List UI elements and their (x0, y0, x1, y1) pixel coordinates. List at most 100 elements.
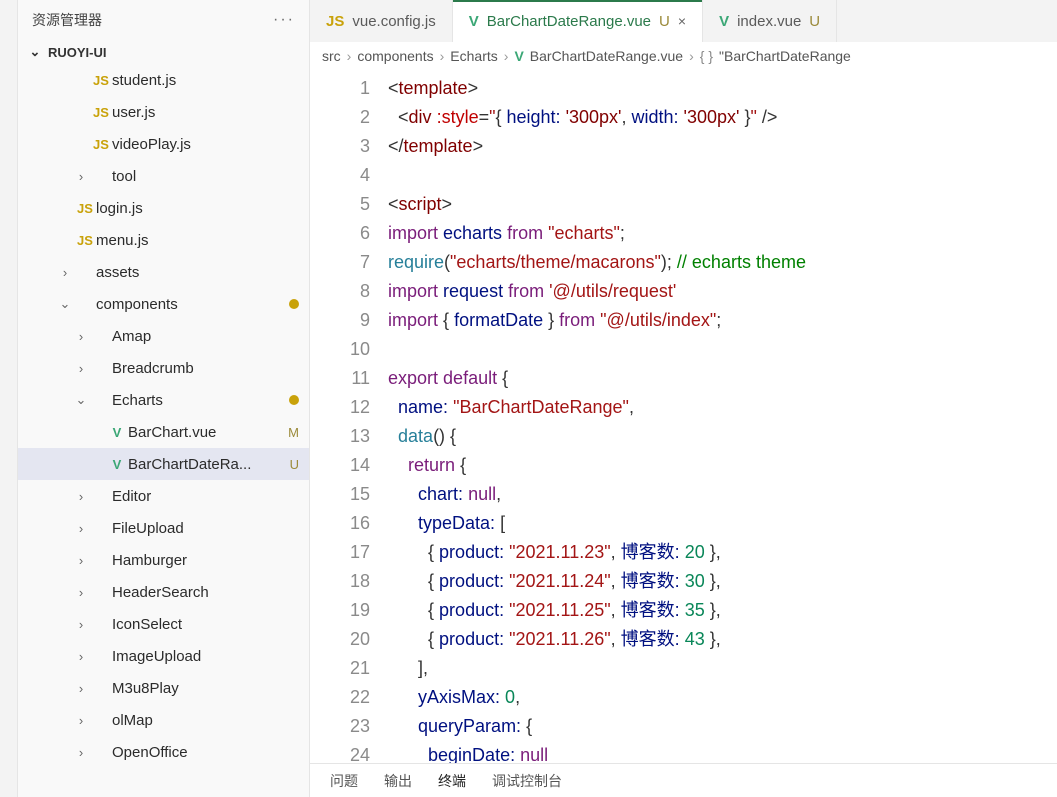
tree-item[interactable]: ⌄components (18, 288, 309, 320)
tree-item[interactable]: › olMap (18, 704, 309, 736)
vue-file-icon: V (469, 13, 479, 30)
tree-item[interactable]: › FileUpload (18, 512, 309, 544)
js-file-icon: JS (74, 233, 96, 248)
tree-item-label: Hamburger (112, 552, 299, 569)
js-file-icon: JS (90, 73, 112, 88)
js-file-icon: JS (326, 13, 344, 30)
chevron-icon: › (72, 745, 90, 760)
tree-item[interactable]: JSstudent.js (18, 64, 309, 96)
tree-item-label: menu.js (96, 232, 299, 249)
sidebar-header: 资源管理器 ··· (18, 0, 309, 40)
tree-item[interactable]: › OpenOffice (18, 736, 309, 768)
tree-item[interactable]: › ImageUpload (18, 640, 309, 672)
symbol-icon: { } (700, 48, 713, 64)
tree-item[interactable]: ›Amap (18, 320, 309, 352)
editor-tab[interactable]: VBarChartDateRange.vueU× (453, 0, 703, 42)
git-status-badge: M (281, 425, 299, 440)
workspace-name: RUOYI-UI (48, 45, 107, 60)
sidebar-more-icon[interactable]: ··· (273, 11, 295, 29)
tree-item-label: student.js (112, 72, 299, 89)
modified-dot-icon (289, 299, 299, 309)
tree-item[interactable]: JSuser.js (18, 96, 309, 128)
tree-item-label: BarChart.vue (128, 424, 281, 441)
chevron-icon: ⌄ (72, 392, 90, 408)
crumb[interactable]: src (322, 48, 341, 64)
code-editor[interactable]: 123456789101112131415161718192021222324 … (310, 70, 1057, 763)
tree-item-label: HeaderSearch (112, 584, 299, 601)
panel-tab-output[interactable]: 输出 (384, 771, 412, 791)
chevron-icon: › (72, 361, 90, 376)
tree-item-label: ImageUpload (112, 648, 299, 665)
editor-area: JS vue.config.js V BarChartDateRange.vue U × V… (310, 0, 1057, 797)
tree-item[interactable]: › IconSelect (18, 608, 309, 640)
sidebar-title: 资源管理器 (32, 10, 102, 30)
tree-item[interactable]: › M3u8Play (18, 672, 309, 704)
sidebar: 资源管理器 ··· ⌄ RUOYI-UI JSstudent.jsJSuser.… (18, 0, 310, 797)
tree-item-label: videoPlay.js (112, 136, 299, 153)
tab-bar: JSvue.config.jsVBarChartDateRange.vueU×V… (310, 0, 1057, 42)
chevron-icon: › (72, 681, 90, 696)
tree-item-label: Breadcrumb (112, 360, 299, 377)
crumb[interactable]: BarChartDateRange.vue (530, 48, 683, 64)
chevron-icon: › (72, 489, 90, 504)
file-tree: JSstudent.jsJSuser.jsJSvideoPlay.js›tool… (18, 64, 309, 797)
tree-item[interactable]: ⌄ Echarts (18, 384, 309, 416)
tab-label: vue.config.js (352, 13, 435, 30)
tree-item[interactable]: ›tool (18, 160, 309, 192)
tree-item[interactable]: VBarChartDateRa...U (18, 448, 309, 480)
code-lines[interactable]: <template> <div :style="{ height: '300px… (388, 70, 1057, 763)
git-status-badge: U (809, 13, 820, 30)
bottom-panel-tabs: 问题 输出 终端 调试控制台 (310, 763, 1057, 797)
chevron-icon: › (72, 617, 90, 632)
editor-tab[interactable]: Vindex.vue U (703, 0, 837, 42)
vue-file-icon: V (719, 13, 729, 30)
tab-label: index.vue (737, 13, 801, 30)
tree-item-label: M3u8Play (112, 680, 299, 697)
panel-tab-terminal[interactable]: 终端 (438, 771, 466, 791)
chevron-icon: › (56, 265, 74, 280)
chevron-icon: › (72, 329, 90, 344)
tree-item[interactable]: › Hamburger (18, 544, 309, 576)
tree-item-label: IconSelect (112, 616, 299, 633)
chevron-icon: › (72, 585, 90, 600)
tree-item[interactable]: › Editor (18, 480, 309, 512)
tree-item[interactable]: › HeaderSearch (18, 576, 309, 608)
tree-item[interactable]: ›assets (18, 256, 309, 288)
crumb[interactable]: "BarChartDateRange (719, 48, 851, 64)
tree-item-label: login.js (96, 200, 299, 217)
tree-item[interactable]: VBarChart.vueM (18, 416, 309, 448)
tree-item[interactable]: JSlogin.js (18, 192, 309, 224)
js-file-icon: JS (90, 105, 112, 120)
git-status-badge: U (659, 13, 670, 30)
tree-item-label: FileUpload (112, 520, 299, 537)
tree-item[interactable]: JSvideoPlay.js (18, 128, 309, 160)
modified-dot-icon (289, 395, 299, 405)
close-icon[interactable]: × (678, 13, 686, 29)
tree-item-label: Echarts (112, 392, 283, 409)
chevron-icon: › (72, 521, 90, 536)
tree-item-label: olMap (112, 712, 299, 729)
breadcrumb[interactable]: src› components› Echarts› V BarChartDate… (310, 42, 1057, 70)
git-status-badge: U (281, 457, 299, 472)
js-file-icon: JS (74, 201, 96, 216)
panel-tab-debug[interactable]: 调试控制台 (492, 771, 562, 791)
tree-item-label: components (96, 296, 283, 313)
crumb[interactable]: components (357, 48, 433, 64)
crumb[interactable]: Echarts (450, 48, 497, 64)
chevron-icon: › (72, 649, 90, 664)
tree-item[interactable]: JSmenu.js (18, 224, 309, 256)
chevron-icon: › (72, 553, 90, 568)
vue-icon: V (514, 48, 523, 64)
panel-tab-problems[interactable]: 问题 (330, 771, 358, 791)
chevron-icon: › (72, 713, 90, 728)
tree-item-label: Editor (112, 488, 299, 505)
editor-tab[interactable]: JS vue.config.js (310, 0, 453, 42)
activity-bar[interactable] (0, 0, 18, 797)
tree-item[interactable]: › Breadcrumb (18, 352, 309, 384)
sidebar-root[interactable]: ⌄ RUOYI-UI (18, 40, 309, 64)
tree-item-label: BarChartDateRa... (128, 456, 281, 473)
tree-item-label: OpenOffice (112, 744, 299, 761)
line-gutter: 123456789101112131415161718192021222324 (310, 70, 388, 763)
js-file-icon: JS (90, 137, 112, 152)
chevron-down-icon: ⌄ (28, 44, 42, 60)
